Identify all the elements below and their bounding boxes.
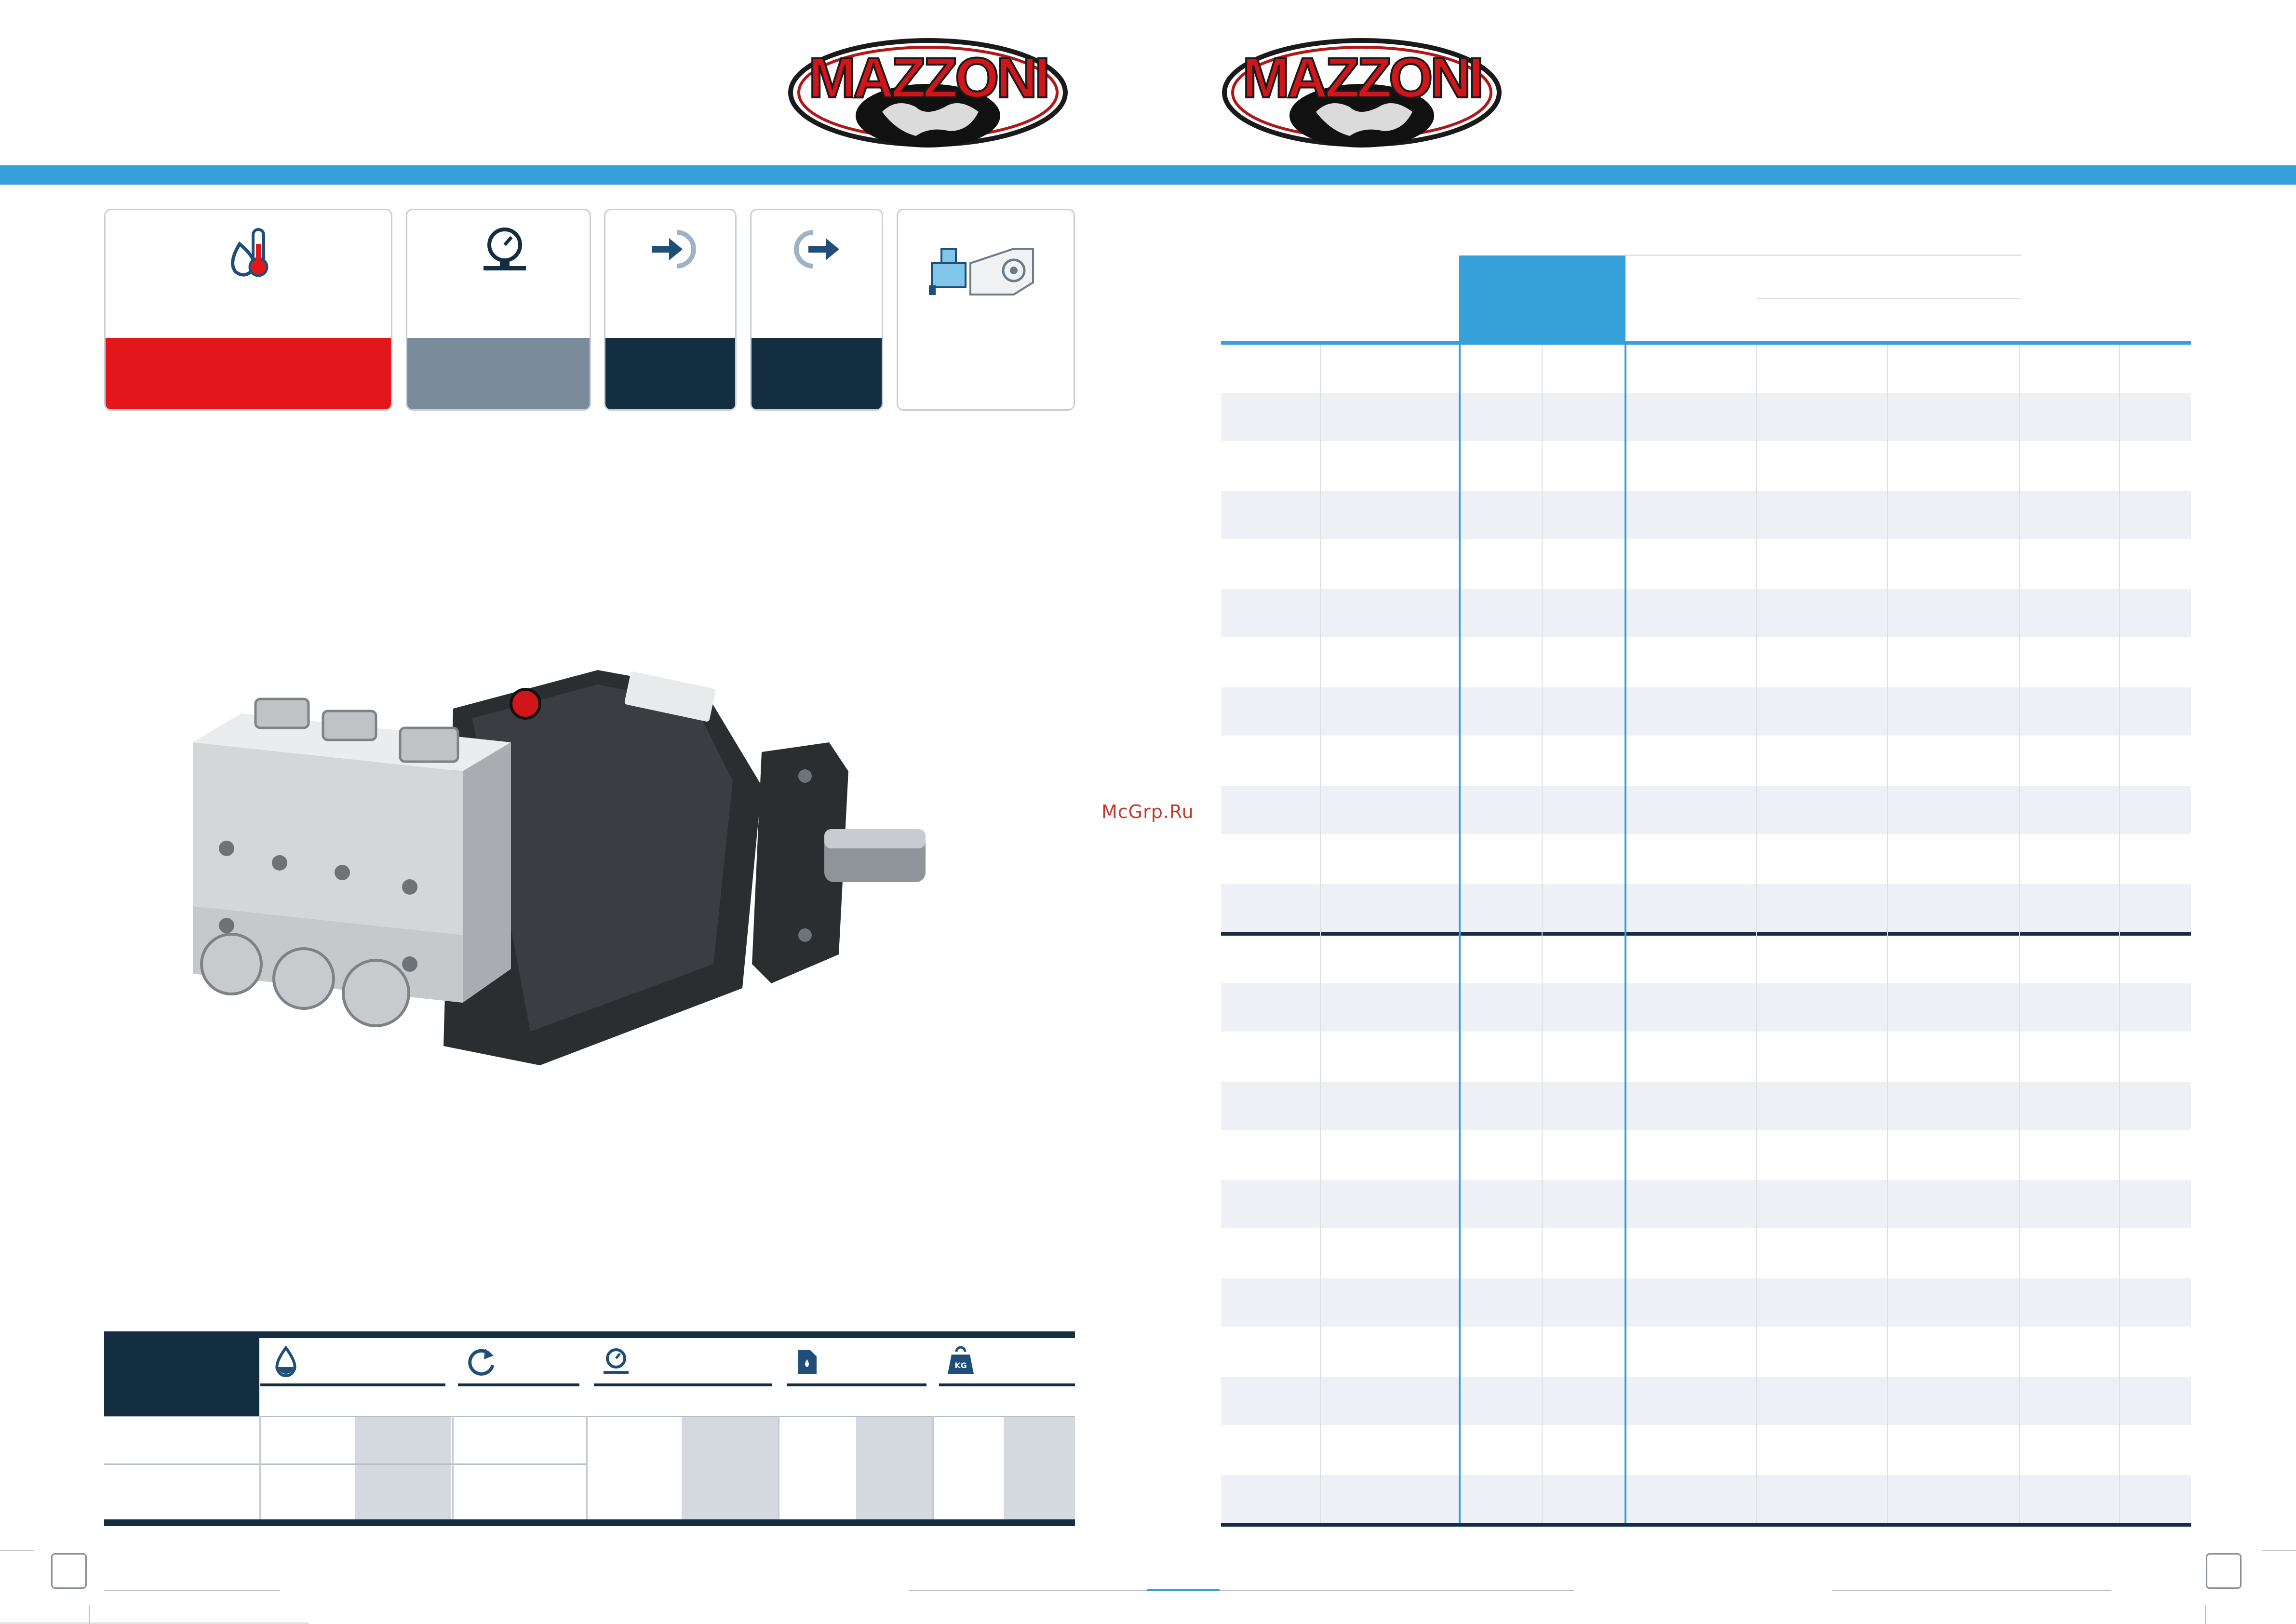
spec-cell-shade: [355, 1416, 451, 1519]
spec-cell-shade: [682, 1416, 779, 1519]
card-gearbox: [897, 209, 1075, 411]
pressure-gauge-icon: [483, 228, 526, 270]
table-col-line: [1542, 345, 1543, 1523]
right-table-header-rule: [1625, 255, 2021, 256]
right-table-subheader-rule: [1757, 298, 2021, 299]
spec-col-line: [259, 1416, 261, 1519]
page-number-box-right: [2206, 1553, 2242, 1589]
arrow-in-icon: [652, 230, 696, 268]
right-table-mid-rule: [1221, 932, 2191, 936]
table-row-stripe: [1221, 1475, 2191, 1523]
flow-droplet-icon: [275, 1346, 296, 1377]
pump-product-photo: [183, 627, 935, 1176]
table-col-line-blue: [1625, 345, 1626, 1523]
spec-col-rule-oil: [787, 1383, 926, 1386]
card-outlet: [750, 209, 883, 411]
table-col-line: [2119, 345, 2120, 1523]
card-pressure-band: [407, 338, 590, 409]
table-row-stripe: [1221, 393, 2191, 441]
spec-col-rule-pressure: [594, 1383, 772, 1386]
card-temperature-band: [106, 338, 391, 409]
table-row-stripe: [1221, 1278, 2191, 1327]
footer-edge-line: [2262, 1550, 2296, 1551]
logo-wordmark: MAZZONI: [1242, 46, 1481, 110]
card-inlet: [604, 209, 737, 411]
spec-col-line: [778, 1416, 779, 1519]
spec-col-rule-weight: [939, 1383, 1075, 1386]
spec-col-line: [452, 1416, 454, 1519]
mazzoni-logo-left: MAZZONI: [786, 35, 1070, 150]
spec-table-model-header: [104, 1331, 259, 1416]
arrow-out-icon: [794, 230, 839, 268]
right-table-top-line: [1221, 341, 2191, 345]
table-row-stripe: [1221, 786, 2191, 834]
crop-mark: [2205, 1605, 2206, 1624]
mazzoni-logo-right: MAZZONI: [1220, 35, 1504, 150]
pressure-gauge-small-icon: [604, 1348, 629, 1374]
spec-table-bottom-rule: [104, 1519, 1075, 1526]
table-row-stripe: [1221, 1180, 2191, 1228]
spec-col-line: [932, 1416, 934, 1519]
footer-line: [909, 1590, 1574, 1591]
table-col-line: [2019, 345, 2020, 1523]
oil-can-icon: [798, 1350, 817, 1374]
weight-kg-icon: KG: [948, 1346, 974, 1374]
card-temperature: [104, 209, 392, 411]
table-row-stripe: [1221, 1082, 2191, 1130]
table-col-line: [1320, 345, 1321, 1523]
table-col-line: [1887, 345, 1888, 1523]
footer-edge-line: [0, 1623, 309, 1624]
table-row-stripe: [1221, 884, 2191, 932]
spec-cell-shade: [856, 1416, 932, 1519]
watermark-text: McGrp.Ru: [1101, 801, 1194, 822]
crop-mark: [89, 1605, 90, 1624]
header-blue-band: [0, 165, 2296, 185]
pump-gearbox-icon: [929, 248, 1034, 295]
rotation-icon: [468, 1349, 495, 1376]
spec-col-line: [586, 1416, 588, 1519]
right-table-header-highlight: [1459, 255, 1625, 344]
footer-edge-line: [0, 1550, 34, 1551]
spec-row-line: [104, 1463, 586, 1465]
table-row-stripe: [1221, 1377, 2191, 1425]
spec-row-line: [104, 1416, 1075, 1417]
logo-wordmark: MAZZONI: [808, 46, 1047, 110]
page-number-box-left: [51, 1553, 87, 1589]
card-inlet-band: [605, 338, 735, 409]
spec-cell-shade: [1004, 1416, 1075, 1519]
weight-kg-label: KG: [954, 1361, 967, 1370]
table-row-stripe: [1221, 491, 2191, 539]
card-outlet-band: [752, 338, 882, 409]
footer-line: [104, 1590, 280, 1591]
table-row-stripe: [1221, 687, 2191, 736]
table-col-line: [1756, 345, 1757, 1523]
spec-col-rule-flow: [260, 1383, 445, 1386]
table-row-stripe: [1221, 983, 2191, 1032]
card-pressure: [406, 209, 591, 411]
footer-accent: [1147, 1589, 1220, 1591]
right-table-bottom-rule: [1221, 1523, 2191, 1527]
footer-line: [1832, 1590, 2111, 1591]
table-row-stripe: [1221, 589, 2191, 637]
temperature-droplet-icon: [231, 228, 269, 277]
table-col-line-blue: [1459, 345, 1461, 1523]
spec-col-rule-rpm: [458, 1383, 579, 1386]
